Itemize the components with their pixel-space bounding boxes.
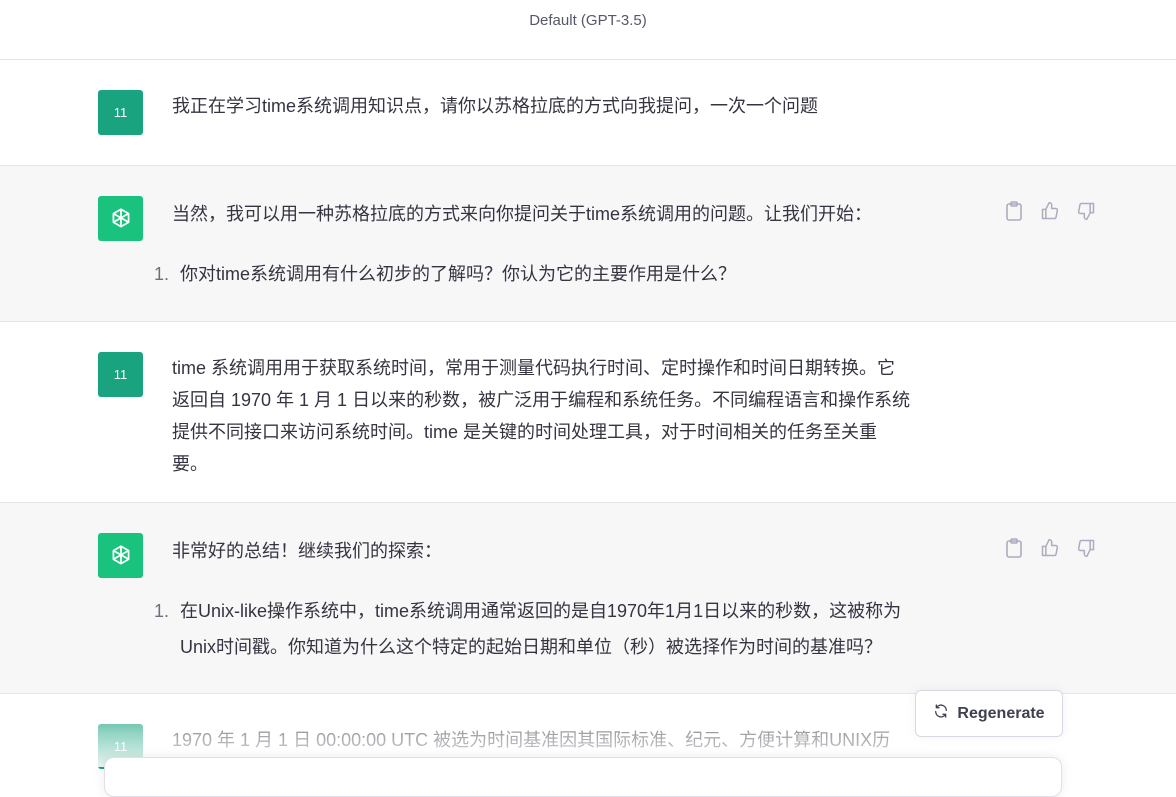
message-actions: [1003, 200, 1097, 222]
message-user-2: 11 time 系统调用用于获取系统时间，常用于测量代码执行时间、定时操作和时间…: [0, 322, 1176, 503]
message-text: 我正在学习time系统调用知识点，请你以苏格拉底的方式向我提问，一次一个问题: [172, 96, 819, 116]
list-text: 在Unix-like操作系统中，time系统调用通常返回的是自1970年1月1日…: [180, 601, 902, 657]
clipboard-icon[interactable]: [1003, 537, 1025, 559]
chatgpt-logo-icon: [98, 533, 143, 578]
message-assistant-2: 非常好的总结！继续我们的探索： 1. 在Unix-like操作系统中，time系…: [0, 503, 1176, 694]
thumbs-down-icon[interactable]: [1075, 537, 1097, 559]
list-number: 1.: [154, 264, 170, 284]
regenerate-button[interactable]: Regenerate: [915, 690, 1063, 737]
list-item: 1. 在Unix-like操作系统中，time系统调用通常返回的是自1970年1…: [154, 593, 984, 665]
list-number: 1.: [154, 601, 170, 621]
user-avatar: 11: [98, 352, 143, 397]
list-text: 你对time系统调用有什么初步的了解吗？你认为它的主要作用是什么？: [180, 264, 737, 284]
message-text: 1970 年 1 月 1 日 00:00:00 UTC 被选为时间基准因其国际标…: [172, 730, 891, 750]
top-bar: Default (GPT-3.5): [0, 0, 1176, 60]
chatgpt-logo-icon: [98, 196, 143, 241]
user-avatar: 11: [98, 90, 143, 135]
thumbs-up-icon[interactable]: [1039, 200, 1061, 222]
message-input[interactable]: [104, 757, 1062, 797]
model-label[interactable]: Default (GPT-3.5): [529, 12, 647, 29]
message-user-1: 11 我正在学习time系统调用知识点，请你以苏格拉底的方式向我提问，一次一个问…: [0, 61, 1176, 166]
thumbs-down-icon[interactable]: [1075, 200, 1097, 222]
message-actions: [1003, 537, 1097, 559]
message-text: time 系统调用用于获取系统时间，常用于测量代码执行时间、定时操作和时间日期转…: [172, 358, 911, 474]
thumbs-up-icon[interactable]: [1039, 537, 1061, 559]
message-intro: 非常好的总结！继续我们的探索：: [172, 541, 442, 561]
clipboard-icon[interactable]: [1003, 200, 1025, 222]
message-assistant-1: 当然，我可以用一种苏格拉底的方式来向你提问关于time系统调用的问题。让我们开始…: [0, 166, 1176, 322]
refresh-icon: [933, 703, 949, 724]
regenerate-label: Regenerate: [957, 704, 1045, 722]
message-intro: 当然，我可以用一种苏格拉底的方式来向你提问关于time系统调用的问题。让我们开始…: [172, 204, 873, 224]
list-item: 1. 你对time系统调用有什么初步的了解吗？你认为它的主要作用是什么？: [154, 256, 984, 292]
